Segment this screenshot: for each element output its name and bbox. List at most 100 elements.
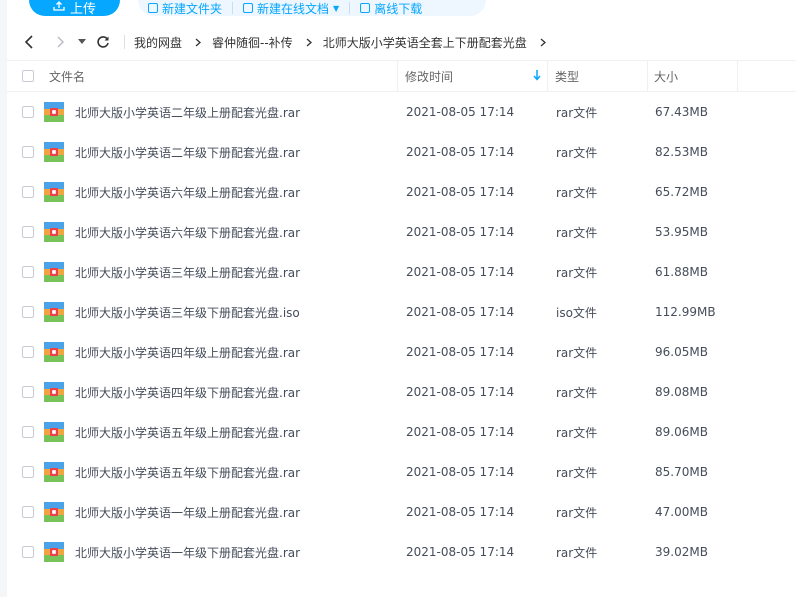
- file-type: rar文件: [556, 105, 598, 120]
- file-mtime: 2021-08-05 17:14: [406, 265, 515, 279]
- file-name[interactable]: 北师大版小学英语六年级上册配套光盘.rar: [75, 172, 300, 212]
- row-checkbox[interactable]: [22, 186, 34, 198]
- breadcrumb: 我的网盘 睿仲随徊--补传 北师大版小学英语全套上下册配套光盘: [134, 27, 557, 57]
- table-row[interactable]: 北师大版小学英语二年级上册配套光盘.rar 2021-08-05 17:14 r…: [7, 92, 796, 132]
- file-name[interactable]: 北师大版小学英语二年级上册配套光盘.rar: [75, 92, 300, 132]
- row-checkbox[interactable]: [22, 466, 34, 478]
- file-type: rar文件: [556, 345, 598, 360]
- table-row[interactable]: 北师大版小学英语三年级上册配套光盘.rar 2021-08-05 17:14 r…: [7, 252, 796, 292]
- chevron-left-icon: [24, 35, 33, 49]
- breadcrumb-item-root[interactable]: 我的网盘: [134, 34, 182, 51]
- offline-download-button[interactable]: 离线下载: [350, 0, 432, 16]
- breadcrumb-bar: 我的网盘 睿仲随徊--补传 北师大版小学英语全套上下册配套光盘: [0, 27, 796, 57]
- new-folder-button[interactable]: 新建文件夹: [138, 0, 232, 16]
- forward-button[interactable]: [52, 27, 68, 57]
- row-checkbox[interactable]: [22, 146, 34, 158]
- archive-file-icon: [44, 302, 64, 322]
- table-row[interactable]: 北师大版小学英语二年级下册配套光盘.rar 2021-08-05 17:14 r…: [7, 132, 796, 172]
- caret-down-icon: [78, 39, 86, 44]
- column-divider[interactable]: [397, 61, 398, 91]
- refresh-icon: [97, 36, 109, 48]
- row-checkbox[interactable]: [22, 426, 34, 438]
- row-checkbox[interactable]: [22, 306, 34, 318]
- table-row[interactable]: 北师大版小学英语五年级上册配套光盘.rar 2021-08-05 17:14 r…: [7, 412, 796, 452]
- file-mtime: 2021-08-05 17:14: [406, 305, 515, 319]
- file-size: 96.05MB: [655, 345, 708, 359]
- table-row[interactable]: 北师大版小学英语四年级下册配套光盘.rar 2021-08-05 17:14 r…: [7, 372, 796, 412]
- file-size: 47.00MB: [655, 505, 708, 519]
- table-row[interactable]: 北师大版小学英语三年级下册配套光盘.iso 2021-08-05 17:14 i…: [7, 292, 796, 332]
- file-name[interactable]: 北师大版小学英语六年级下册配套光盘.rar: [75, 212, 300, 252]
- row-checkbox[interactable]: [22, 106, 34, 118]
- new-online-doc-label: 新建在线文档: [257, 1, 330, 16]
- breadcrumb-item-current[interactable]: 北师大版小学英语全套上下册配套光盘: [323, 34, 527, 51]
- file-mtime: 2021-08-05 17:14: [406, 145, 515, 159]
- upload-button[interactable]: 上传: [29, 0, 120, 17]
- file-mtime: 2021-08-05 17:14: [406, 465, 515, 479]
- column-header-mtime[interactable]: 修改时间: [405, 61, 453, 91]
- offline-download-label: 离线下载: [374, 1, 423, 16]
- file-name[interactable]: 北师大版小学英语五年级下册配套光盘.rar: [75, 452, 300, 492]
- file-size: 85.70MB: [655, 465, 708, 479]
- file-manager: 上传 新建文件夹 新建在线文档 ▼ 离线下载 我的网盘 睿仲随徊--补传 北师大…: [0, 0, 796, 597]
- archive-file-icon: [44, 422, 64, 442]
- file-size: 82.53MB: [655, 145, 708, 159]
- sidebar-edge: [0, 0, 7, 597]
- file-type: iso文件: [556, 305, 597, 320]
- table-row[interactable]: 北师大版小学英语一年级上册配套光盘.rar 2021-08-05 17:14 r…: [7, 492, 796, 532]
- file-mtime: 2021-08-05 17:14: [406, 105, 515, 119]
- breadcrumb-item-parent[interactable]: 睿仲随徊--补传: [212, 34, 293, 51]
- row-checkbox[interactable]: [22, 226, 34, 238]
- row-checkbox[interactable]: [22, 346, 34, 358]
- chevron-right-icon: [195, 38, 202, 47]
- history-dropdown-button[interactable]: [76, 27, 88, 57]
- archive-file-icon: [44, 502, 64, 522]
- file-name[interactable]: 北师大版小学英语四年级下册配套光盘.rar: [75, 372, 300, 412]
- table-row[interactable]: 北师大版小学英语五年级下册配套光盘.rar 2021-08-05 17:14 r…: [7, 452, 796, 492]
- file-mtime: 2021-08-05 17:14: [406, 425, 515, 439]
- file-mtime: 2021-08-05 17:14: [406, 185, 515, 199]
- file-size: 39.02MB: [655, 545, 708, 559]
- table-row[interactable]: 北师大版小学英语一年级下册配套光盘.rar 2021-08-05 17:14 r…: [7, 532, 796, 572]
- column-divider[interactable]: [647, 61, 648, 91]
- archive-file-icon: [44, 462, 64, 482]
- archive-file-icon: [44, 262, 64, 282]
- column-header-size[interactable]: 大小: [654, 61, 678, 91]
- archive-file-icon: [44, 102, 64, 122]
- file-mtime: 2021-08-05 17:14: [406, 225, 515, 239]
- row-checkbox[interactable]: [22, 386, 34, 398]
- toolbar-group: 新建文件夹 新建在线文档 ▼ 离线下载: [138, 0, 486, 16]
- table-header: 文件名 修改时间 类型 大小: [7, 60, 796, 92]
- column-header-type[interactable]: 类型: [555, 61, 579, 91]
- file-name[interactable]: 北师大版小学英语五年级上册配套光盘.rar: [75, 412, 300, 452]
- file-size: 67.43MB: [655, 105, 708, 119]
- table-row[interactable]: 北师大版小学英语六年级上册配套光盘.rar 2021-08-05 17:14 r…: [7, 172, 796, 212]
- column-header-name[interactable]: 文件名: [49, 61, 85, 91]
- file-type: rar文件: [556, 465, 598, 480]
- row-checkbox[interactable]: [22, 546, 34, 558]
- row-checkbox[interactable]: [22, 506, 34, 518]
- select-all-checkbox[interactable]: [22, 70, 34, 82]
- chevron-right-icon: [540, 38, 546, 47]
- archive-file-icon: [44, 222, 64, 242]
- file-name[interactable]: 北师大版小学英语一年级下册配套光盘.rar: [75, 532, 300, 572]
- row-checkbox[interactable]: [22, 266, 34, 278]
- back-button[interactable]: [20, 27, 38, 57]
- column-divider[interactable]: [547, 61, 548, 91]
- sort-arrow-down-icon[interactable]: [532, 69, 542, 81]
- file-name[interactable]: 北师大版小学英语三年级下册配套光盘.iso: [75, 292, 300, 332]
- file-type: rar文件: [556, 185, 598, 200]
- archive-file-icon: [44, 342, 64, 362]
- table-row[interactable]: 北师大版小学英语六年级下册配套光盘.rar 2021-08-05 17:14 r…: [7, 212, 796, 252]
- table-row[interactable]: 北师大版小学英语四年级上册配套光盘.rar 2021-08-05 17:14 r…: [7, 332, 796, 372]
- file-name[interactable]: 北师大版小学英语一年级上册配套光盘.rar: [75, 492, 300, 532]
- new-online-doc-button[interactable]: 新建在线文档 ▼: [233, 0, 349, 16]
- new-doc-icon: [243, 3, 254, 13]
- file-name[interactable]: 北师大版小学英语三年级上册配套光盘.rar: [75, 252, 300, 292]
- file-name[interactable]: 北师大版小学英语二年级下册配套光盘.rar: [75, 132, 300, 172]
- refresh-button[interactable]: [94, 27, 112, 57]
- column-divider[interactable]: [737, 61, 738, 91]
- file-type: rar文件: [556, 545, 598, 560]
- file-name[interactable]: 北师大版小学英语四年级上册配套光盘.rar: [75, 332, 300, 372]
- file-type: rar文件: [556, 265, 598, 280]
